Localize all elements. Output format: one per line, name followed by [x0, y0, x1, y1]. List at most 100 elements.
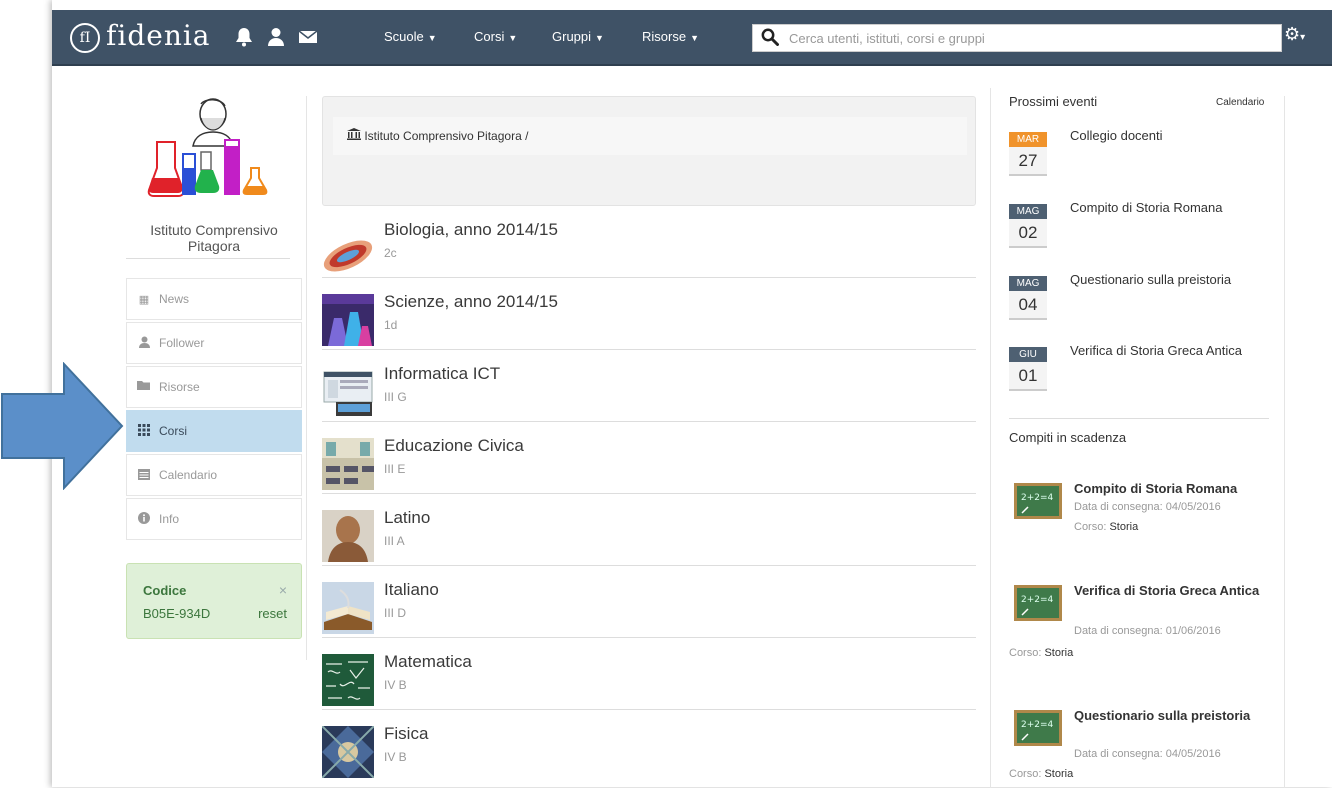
menu-gruppi[interactable]: Gruppi ▼: [552, 29, 604, 44]
task-title[interactable]: Questionario sulla preistoria: [1074, 706, 1269, 725]
divider: [306, 96, 307, 660]
newspaper-icon: ▦: [138, 293, 150, 306]
course-class: IV B: [384, 750, 407, 764]
task-due-date: Data di consegna: 04/05/2016: [1074, 748, 1221, 760]
side-navigation: ▦ News Follower Risorse Corsi Calendario …: [126, 278, 302, 542]
bell-icon[interactable]: [235, 27, 253, 52]
event-day: 27: [1009, 147, 1047, 176]
settings-gear-icon[interactable]: ⚙▾: [1284, 24, 1305, 45]
list-item[interactable]: Educazione Civica III E: [322, 422, 976, 494]
course-thumbnail: [322, 222, 374, 274]
event-title[interactable]: Verifica di Storia Greca Antica: [1070, 343, 1242, 358]
logo-mark[interactable]: fI: [70, 23, 100, 53]
logo-text[interactable]: fidenia: [106, 19, 211, 52]
course-class: 1d: [384, 318, 398, 332]
task-title[interactable]: Compito di Storia Romana: [1074, 479, 1269, 498]
course-title[interactable]: Latino: [384, 508, 430, 528]
event-day: 01: [1009, 362, 1047, 391]
chalkboard-icon: 2+2=4: [1014, 710, 1062, 751]
event-item[interactable]: MAG 02 Compito di Storia Romana: [1009, 200, 1279, 260]
course-title[interactable]: Italiano: [384, 580, 439, 600]
task-due-date: Data di consegna: 01/06/2016: [1074, 625, 1221, 637]
breadcrumb-well: Istituto Comprensivo Pitagora /: [322, 96, 976, 206]
list-item[interactable]: Scienze, anno 2014/15 1d: [322, 278, 976, 350]
reset-link[interactable]: reset: [258, 606, 287, 621]
event-month: MAG: [1009, 276, 1047, 291]
arrow-right-icon: [0, 361, 124, 495]
envelope-icon[interactable]: [298, 29, 318, 50]
events-heading: Prossimi eventi: [1009, 94, 1098, 109]
course-title[interactable]: Fisica: [384, 724, 428, 744]
school-name[interactable]: Istituto Comprensivo Pitagora: [126, 222, 302, 254]
event-day: 02: [1009, 219, 1047, 248]
chalkboard-icon: 2+2=4: [1014, 585, 1062, 626]
divider: [126, 258, 290, 259]
caret-down-icon: ▼: [508, 33, 518, 43]
svg-text:2+2=4: 2+2=4: [1021, 720, 1054, 730]
course-thumbnail: [322, 582, 374, 634]
course-class: 2c: [384, 246, 397, 260]
list-item[interactable]: Biologia, anno 2014/15 2c: [322, 206, 976, 278]
code-title: Codice: [143, 583, 187, 598]
sidebar-item-risorse[interactable]: Risorse: [126, 366, 302, 408]
list-item[interactable]: Informatica ICT III G: [322, 350, 976, 422]
sidebar-item-news[interactable]: ▦ News: [126, 278, 302, 320]
event-month: MAR: [1009, 132, 1047, 147]
calendar-link[interactable]: Calendario: [1216, 97, 1264, 108]
course-class: III E: [384, 462, 406, 476]
task-course: Corso: Storia: [1074, 521, 1139, 533]
search-input[interactable]: [787, 25, 1271, 51]
sidebar-item-info[interactable]: Info: [126, 498, 302, 540]
task-due-date: Data di consegna: 04/05/2016: [1074, 501, 1221, 513]
tasks-heading: Compiti in scadenza: [1009, 430, 1127, 445]
menu-risorse[interactable]: Risorse ▼: [642, 29, 699, 44]
svg-text:2+2=4: 2+2=4: [1021, 493, 1054, 503]
menu-corsi[interactable]: Corsi ▼: [474, 29, 517, 44]
list-item[interactable]: Matematica IV B: [322, 638, 976, 710]
course-title[interactable]: Informatica ICT: [384, 364, 500, 384]
caret-down-icon: ▼: [595, 33, 604, 43]
course-thumbnail: [322, 654, 374, 706]
info-icon: [137, 511, 151, 527]
course-title[interactable]: Educazione Civica: [384, 436, 524, 456]
event-title[interactable]: Questionario sulla preistoria: [1070, 272, 1231, 287]
course-thumbnail: [322, 294, 374, 346]
list-item[interactable]: Latino III A: [322, 494, 976, 566]
course-class: III G: [384, 390, 407, 404]
list-item[interactable]: Italiano III D: [322, 566, 976, 638]
event-month: MAG: [1009, 204, 1047, 219]
grid-icon: [137, 423, 151, 439]
chalkboard-icon: 2+2=4: [1014, 483, 1062, 524]
course-title[interactable]: Biologia, anno 2014/15: [384, 220, 558, 240]
top-navbar: fI fidenia Scuole ▼ Corsi ▼ Gruppi ▼ Risors…: [52, 10, 1332, 66]
course-thumbnail: [322, 366, 374, 418]
task-title[interactable]: Verifica di Storia Greca Antica: [1074, 581, 1269, 600]
course-title[interactable]: Scienze, anno 2014/15: [384, 292, 558, 312]
divider: [1009, 418, 1269, 419]
course-class: IV B: [384, 678, 407, 692]
sidebar-item-calendario[interactable]: Calendario: [126, 454, 302, 496]
school-logo: [143, 96, 275, 207]
divider: [990, 88, 991, 788]
event-day: 04: [1009, 291, 1047, 320]
event-item[interactable]: MAR 27 Collegio docenti: [1009, 128, 1279, 188]
menu-scuole[interactable]: Scuole ▼: [384, 29, 437, 44]
list-item[interactable]: Fisica IV B: [322, 710, 976, 782]
search-icon[interactable]: [761, 28, 779, 51]
event-title[interactable]: Collegio docenti: [1070, 128, 1163, 143]
folder-icon: [137, 380, 151, 394]
course-title[interactable]: Matematica: [384, 652, 472, 672]
event-item[interactable]: GIU 01 Verifica di Storia Greca Antica: [1009, 343, 1279, 403]
divider: [1284, 96, 1285, 788]
user-icon[interactable]: [267, 27, 285, 52]
sidebar-item-corsi[interactable]: Corsi: [126, 410, 302, 452]
task-course: Corso: Storia: [1009, 768, 1074, 780]
sidebar-item-follower[interactable]: Follower: [126, 322, 302, 364]
code-box: Codice × B05E-934D reset: [126, 563, 302, 639]
svg-text:2+2=4: 2+2=4: [1021, 595, 1054, 605]
event-month: GIU: [1009, 347, 1047, 362]
breadcrumb-link[interactable]: Istituto Comprensivo Pitagora /: [364, 129, 528, 143]
event-item[interactable]: MAG 04 Questionario sulla preistoria: [1009, 272, 1279, 332]
event-title[interactable]: Compito di Storia Romana: [1070, 200, 1222, 215]
close-icon[interactable]: ×: [279, 582, 287, 598]
